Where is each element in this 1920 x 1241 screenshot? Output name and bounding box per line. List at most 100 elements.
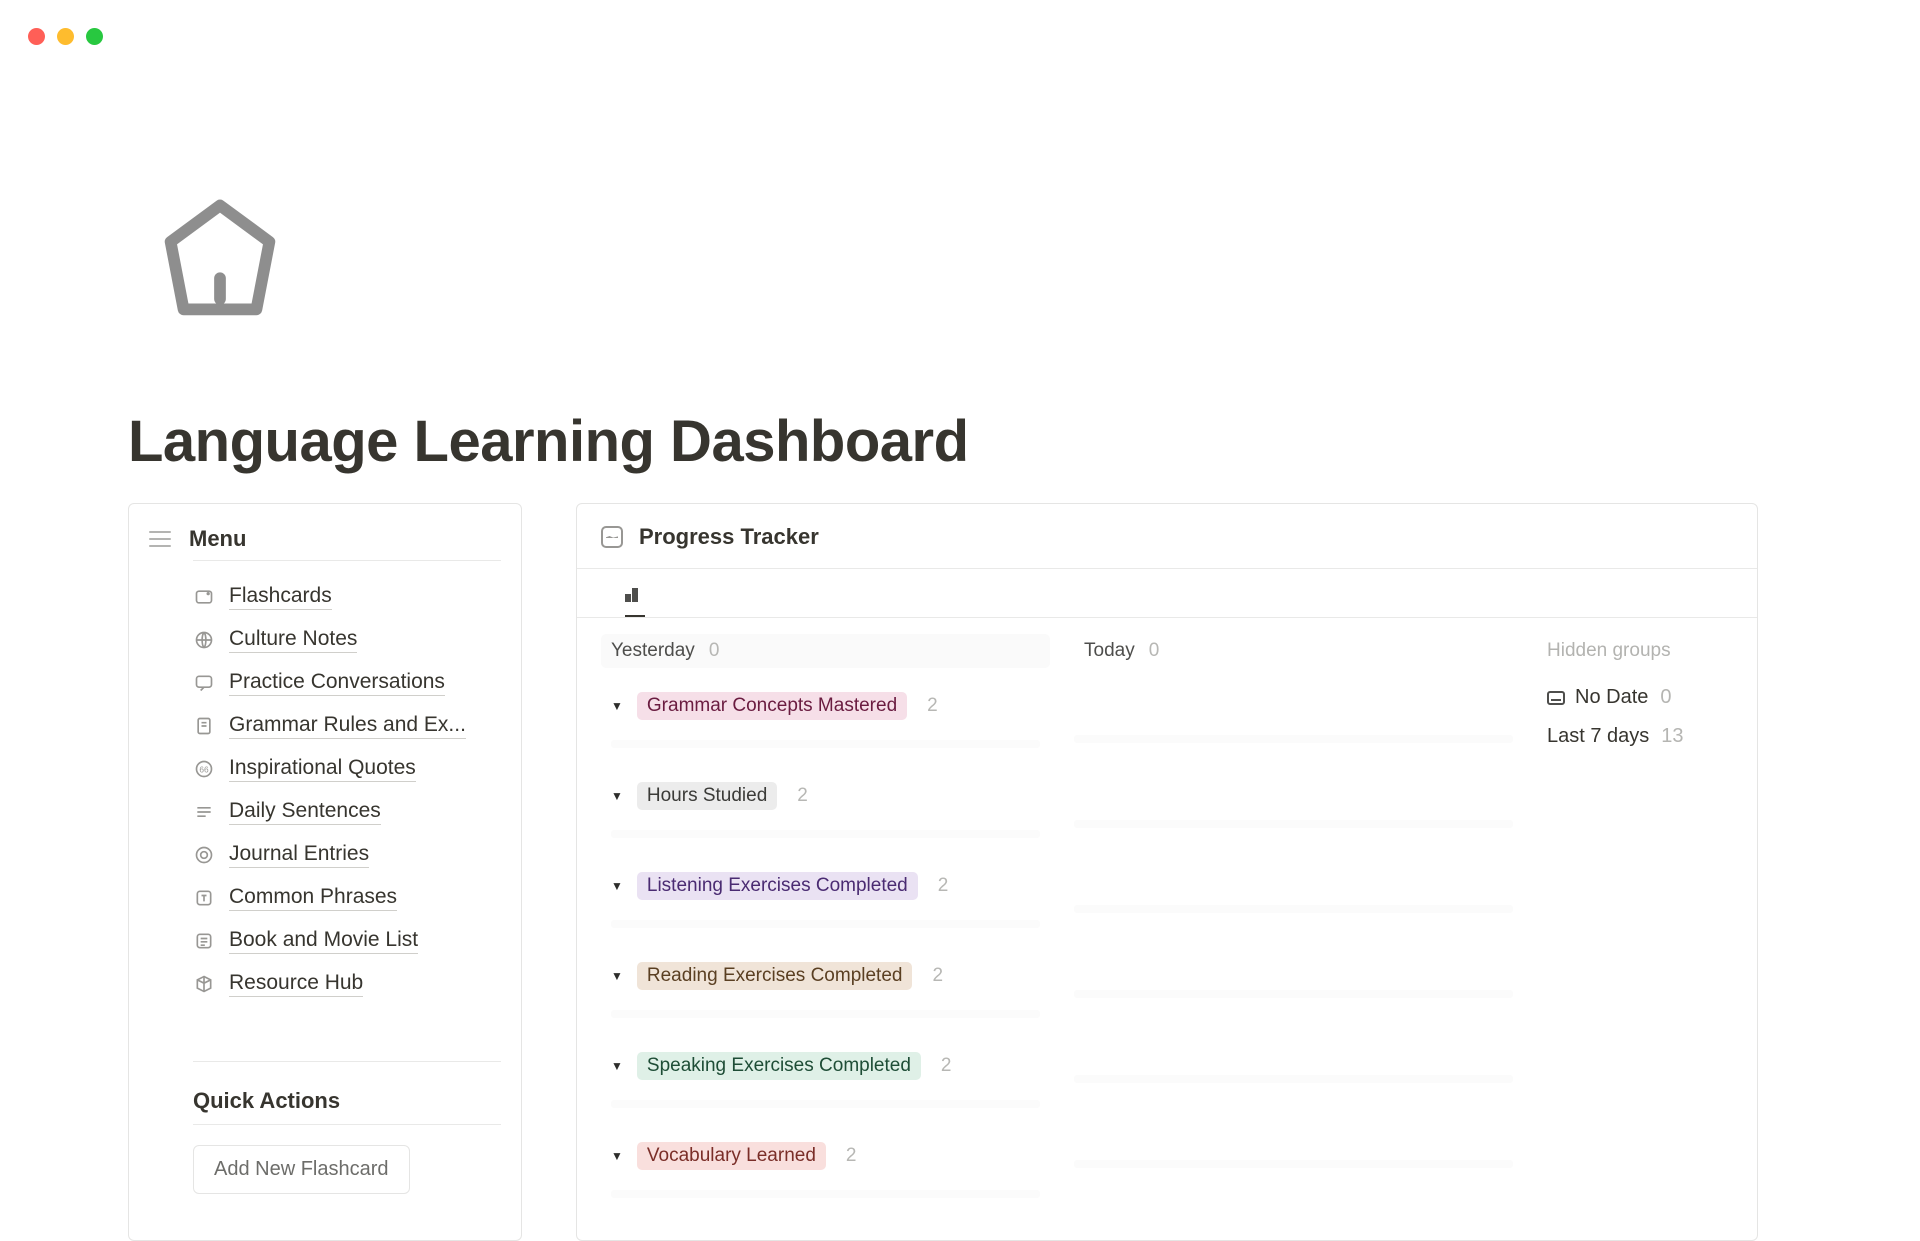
tracker-group[interactable]: ▼ Listening Exercises Completed 2 (601, 860, 1050, 912)
menu-item-label: Resource Hub (229, 971, 363, 997)
placeholder-card (1074, 905, 1513, 913)
list-icon (193, 930, 215, 952)
group-pill: Listening Exercises Completed (637, 872, 918, 900)
progress-tracker-card: Progress Tracker Yesterday 0 ▼ Grammar Co… (576, 503, 1758, 1241)
column-yesterday: Yesterday 0 ▼Grammar Concepts Mastered2▼… (601, 618, 1050, 1220)
menu-item-label: Daily Sentences (229, 799, 381, 825)
menu-item-label: Book and Movie List (229, 928, 418, 954)
inbox-icon (1547, 691, 1565, 705)
side-label: Last 7 days (1547, 725, 1649, 748)
cube-icon (193, 973, 215, 995)
doc-icon (193, 715, 215, 737)
menu-item[interactable]: Flashcards (193, 575, 501, 618)
activity-icon (601, 526, 623, 548)
menu-item[interactable]: Daily Sentences (193, 790, 501, 833)
placeholder-card (611, 920, 1040, 928)
column-header-yesterday[interactable]: Yesterday 0 (601, 634, 1050, 668)
divider (193, 1124, 501, 1125)
chat-icon (193, 672, 215, 694)
group-pill: Reading Exercises Completed (637, 962, 913, 990)
page-title: Language Learning Dashboard (128, 408, 969, 475)
group-count: 2 (846, 1145, 857, 1167)
tracker-group[interactable]: ▼ Speaking Exercises Completed 2 (601, 1040, 1050, 1092)
globe-icon (193, 629, 215, 651)
text-icon (193, 887, 215, 909)
group-count: 2 (938, 875, 949, 897)
placeholder-card (1074, 820, 1513, 828)
placeholder-card (1074, 735, 1513, 743)
menu-header: Menu (149, 526, 501, 552)
side-no-date[interactable]: No Date 0 (1547, 678, 1733, 717)
menu-item[interactable]: 66 Inspirational Quotes (193, 747, 501, 790)
menu-item[interactable]: Culture Notes (193, 618, 501, 661)
side-count: 13 (1661, 725, 1683, 748)
toggle-icon: ▼ (611, 1059, 623, 1073)
menu-item-label: Culture Notes (229, 627, 357, 653)
menu-item[interactable]: Practice Conversations (193, 661, 501, 704)
tracker-group[interactable]: ▼Hours Studied2 (601, 770, 1050, 822)
menu-item[interactable]: Book and Movie List (193, 919, 501, 962)
group-count: 2 (797, 785, 808, 807)
toggle-icon: ▼ (611, 879, 623, 893)
group-count: 2 (941, 1055, 952, 1077)
page-icon[interactable] (155, 195, 285, 330)
group-count: 2 (927, 695, 938, 717)
card-icon (193, 586, 215, 608)
hamburger-icon (149, 531, 171, 547)
quote-icon: 66 (193, 758, 215, 780)
column-label: Today (1084, 640, 1135, 662)
toggle-icon: ▼ (611, 789, 623, 803)
board-icon (625, 582, 645, 602)
toggle-icon: ▼ (611, 1149, 623, 1163)
column-count: 0 (709, 640, 720, 662)
tracker-group[interactable]: ▼ Vocabulary Learned 2 (601, 1130, 1050, 1182)
toggle-icon: ▼ (611, 699, 623, 713)
menu-item-label: Flashcards (229, 584, 332, 610)
close-window-button[interactable] (28, 28, 45, 45)
tracker-tabs (577, 569, 1757, 617)
quick-action-button[interactable]: Add New Flashcard (193, 1145, 410, 1194)
group-pill: Grammar Concepts Mastered (637, 692, 907, 720)
menu-item[interactable]: Resource Hub (193, 962, 501, 1005)
menu-item[interactable]: Journal Entries (193, 833, 501, 876)
column-count: 0 (1149, 640, 1160, 662)
lines-icon (193, 801, 215, 823)
tracker-group[interactable]: ▼ Reading Exercises Completed 2 (601, 950, 1050, 1002)
journal-icon (193, 844, 215, 866)
menu-card: Menu Flashcards Culture Notes Practice Con… (128, 503, 522, 1241)
maximize-window-button[interactable] (86, 28, 103, 45)
menu-item[interactable]: Common Phrases (193, 876, 501, 919)
menu-item-label: Practice Conversations (229, 670, 445, 696)
placeholder-card (611, 1010, 1040, 1018)
tracker-title: Progress Tracker (639, 524, 819, 550)
placeholder-card (1074, 990, 1513, 998)
column-label: Yesterday (611, 640, 695, 662)
menu-item-label: Grammar Rules and Ex... (229, 713, 466, 739)
menu-item-label: Journal Entries (229, 842, 369, 868)
board-view-tab[interactable] (625, 569, 645, 617)
group-count: 2 (932, 965, 943, 987)
tracker-group[interactable]: ▼ Grammar Concepts Mastered 2 (601, 680, 1050, 732)
column-today: Today 0 (1074, 618, 1523, 1220)
menu-item-label: Inspirational Quotes (229, 756, 416, 782)
divider (193, 560, 501, 561)
side-count: 0 (1660, 686, 1671, 709)
placeholder-card (611, 1100, 1040, 1108)
placeholder-card (611, 740, 1040, 748)
hidden-groups-label[interactable]: Hidden groups (1547, 634, 1733, 678)
toggle-icon: ▼ (611, 969, 623, 983)
placeholder-card (611, 830, 1040, 838)
minimize-window-button[interactable] (57, 28, 74, 45)
tracker-header: Progress Tracker (577, 504, 1757, 569)
menu-item[interactable]: Grammar Rules and Ex... (193, 704, 501, 747)
side-label: No Date (1575, 686, 1648, 709)
placeholder-card (1074, 1160, 1513, 1168)
group-pill: Vocabulary Learned (637, 1142, 826, 1170)
window-traffic-lights (28, 28, 103, 45)
svg-text:66: 66 (199, 764, 209, 774)
column-header-today[interactable]: Today 0 (1074, 634, 1523, 668)
group-pill: Speaking Exercises Completed (637, 1052, 921, 1080)
menu-title: Menu (189, 526, 246, 552)
side-last-7-days[interactable]: Last 7 days 13 (1547, 717, 1733, 756)
placeholder-card (1074, 1075, 1513, 1083)
